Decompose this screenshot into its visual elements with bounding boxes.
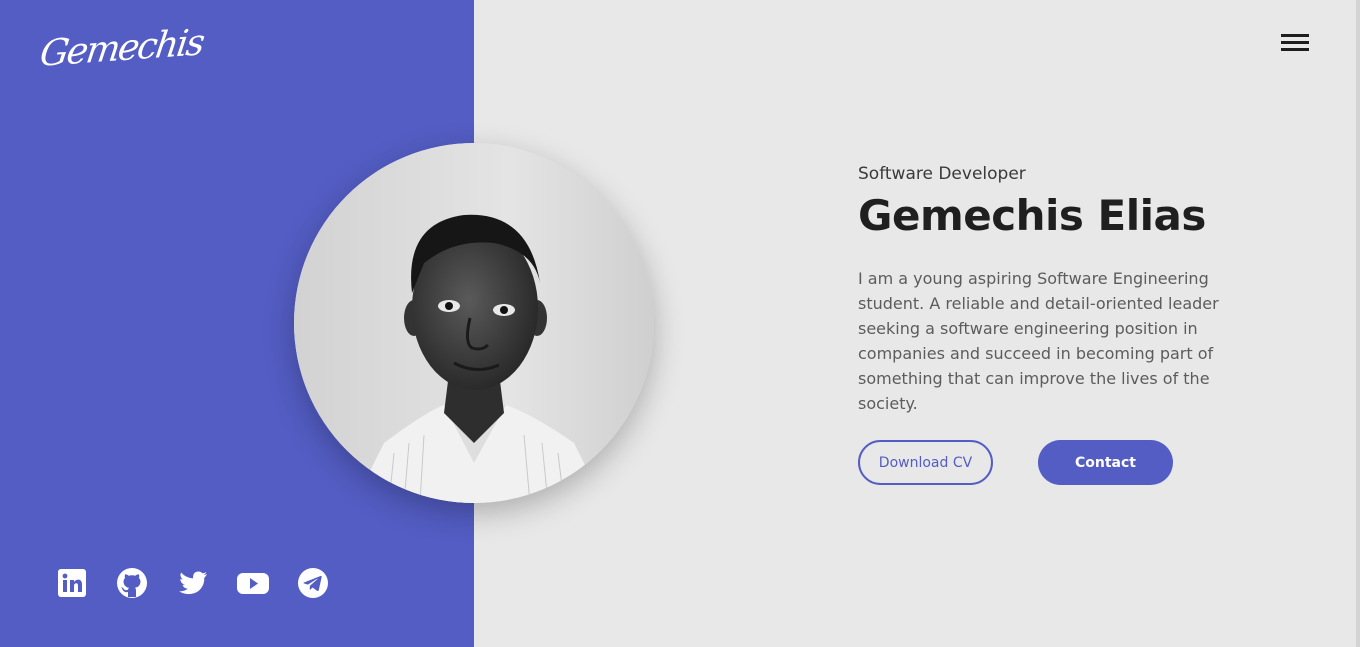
hero-section: Software Developer Gemechis Elias I am a… <box>858 160 1278 416</box>
twitter-icon[interactable] <box>176 567 208 599</box>
page-edge <box>1356 0 1360 647</box>
logo[interactable]: Gemechis <box>37 18 205 80</box>
linkedin-icon[interactable] <box>56 567 88 599</box>
hero-bio: I am a young aspiring Software Engineeri… <box>858 269 1219 413</box>
hamburger-menu-icon[interactable] <box>1277 30 1311 56</box>
github-icon[interactable] <box>116 567 148 599</box>
telegram-icon[interactable] <box>297 567 329 599</box>
contact-button[interactable]: Contact <box>1038 440 1173 485</box>
logo-text: Gemechis <box>37 22 206 75</box>
hero-name: Gemechis Elias <box>858 191 1206 240</box>
download-cv-button[interactable]: Download CV <box>858 440 993 485</box>
profile-photo <box>294 143 654 503</box>
hero-subtitle: Software Developer <box>858 164 1026 184</box>
page: Gemechis Software Developer Gemechis Eli… <box>0 0 1360 647</box>
youtube-icon[interactable] <box>236 567 269 599</box>
